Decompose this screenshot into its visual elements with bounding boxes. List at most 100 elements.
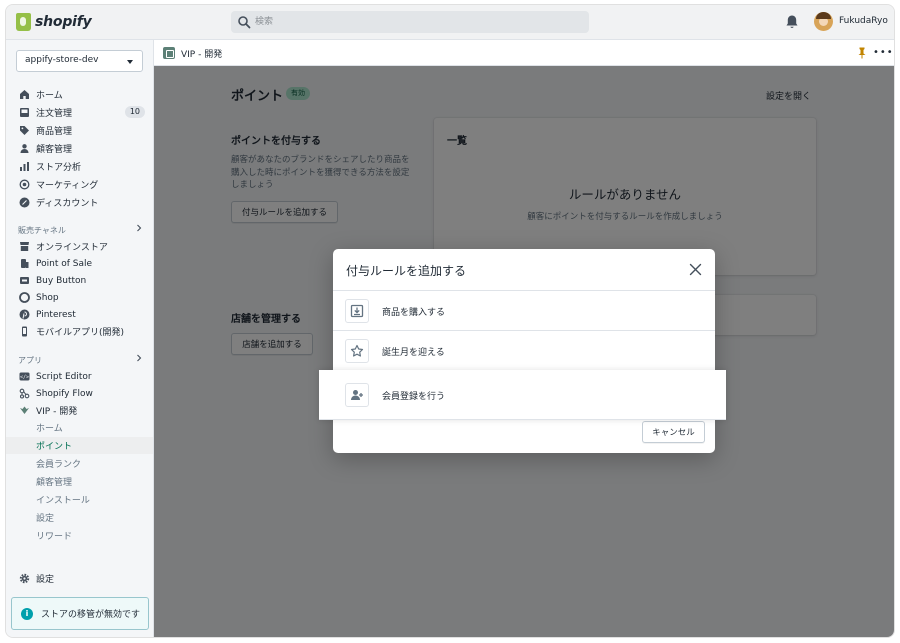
sidebar-item-label: Point of Sale	[36, 258, 93, 269]
tag-icon	[20, 126, 29, 135]
option-purchase-product[interactable]: 商品を購入する	[333, 291, 715, 331]
subitem-label: 顧客管理	[36, 478, 73, 488]
sidebar-item-vip-app[interactable]: VIP - 開発	[6, 402, 153, 419]
option-icon-box	[345, 299, 369, 323]
shopify-logo[interactable]: shopify	[16, 13, 92, 31]
sidebar-item-label: Shopify Flow	[36, 388, 93, 399]
star-icon	[350, 344, 364, 357]
info-icon	[21, 607, 33, 620]
sidebar-item-pinterest[interactable]: Pinterest	[6, 306, 153, 323]
sidebar-item-discounts[interactable]: ディスカウント	[6, 194, 153, 211]
sidebar-item-script-editor[interactable]: </> Script Editor	[6, 368, 153, 385]
search-icon	[238, 16, 251, 29]
shop-icon	[19, 292, 30, 303]
sidebar-item-label: 注文管理	[36, 109, 73, 119]
buy-button-icon	[20, 277, 29, 284]
search-input[interactable]	[255, 13, 575, 31]
app-subitem-home[interactable]: ホーム	[6, 419, 153, 436]
sidebar-item-label: Shop	[36, 292, 59, 303]
chevron-right-icon[interactable]	[135, 224, 143, 232]
option-member-registration[interactable]: 会員登録を行う	[319, 370, 726, 420]
option-label: 商品を購入する	[382, 308, 446, 318]
bell-icon[interactable]	[785, 14, 799, 30]
orders-count-badge: 10	[124, 106, 145, 118]
gear-icon	[19, 573, 30, 584]
mobile-icon	[22, 326, 27, 337]
app-subitem-points[interactable]: ポイント	[6, 437, 153, 454]
subitem-label: 会員ランク	[36, 460, 82, 470]
option-icon-box	[345, 383, 369, 407]
sidebar-item-home[interactable]: ホーム	[6, 86, 153, 103]
option-label: 会員登録を行う	[382, 392, 446, 402]
modal-header: 付与ルールを追加する	[333, 249, 715, 291]
option-label: 誕生月を迎える	[382, 348, 445, 358]
sidebar-item-mobile-app[interactable]: モバイルアプリ(開発)	[6, 323, 153, 340]
orders-icon	[20, 108, 29, 117]
sidebar-item-pos[interactable]: Point of Sale	[6, 255, 153, 272]
app-icon	[163, 47, 175, 59]
username[interactable]: FukudaRyo	[839, 16, 888, 26]
search-bar[interactable]	[231, 11, 589, 33]
option-birthday-month[interactable]: 誕生月を迎える	[333, 331, 715, 371]
sidebar-item-marketing[interactable]: マーケティング	[6, 176, 153, 193]
chevron-right-icon[interactable]	[135, 354, 143, 362]
svg-text:</>: </>	[20, 375, 29, 381]
app-window: shopify FukudaRyo appify-store-dev ホーム	[6, 5, 894, 637]
shopify-bag-icon	[16, 13, 31, 31]
script-editor-icon: </>	[19, 372, 30, 381]
sidebar-item-shopify-flow[interactable]: Shopify Flow	[6, 385, 153, 402]
sidebar-item-label: 顧客管理	[36, 145, 73, 155]
close-icon[interactable]	[689, 263, 702, 276]
store-transfer-notice[interactable]: ストアの移管が無効です	[11, 597, 149, 630]
store-name: appify-store-dev	[25, 55, 99, 65]
sidebar-item-buy-button[interactable]: Buy Button	[6, 272, 153, 289]
sidebar-item-products[interactable]: 商品管理	[6, 122, 153, 139]
discount-icon	[19, 197, 30, 208]
app-subitem-rewards[interactable]: リワード	[6, 527, 153, 544]
sidebar-item-label: Script Editor	[36, 371, 92, 382]
target-icon	[19, 179, 30, 190]
app-header-bar: VIP - 開発 •••	[154, 40, 894, 66]
pin-icon[interactable]	[857, 47, 867, 59]
apps-label: アプリ	[18, 356, 42, 365]
subitem-label: ポイント	[36, 442, 73, 452]
pos-icon	[21, 259, 29, 268]
add-grant-rule-modal: 付与ルールを追加する 商品を購入する 誕生月を迎える 会員登録を行う キャンセル	[319, 249, 726, 453]
sidebar-item-orders[interactable]: 注文管理 10	[6, 104, 153, 121]
subitem-label: インストール	[36, 496, 90, 506]
modal-title: 付与ルールを追加する	[346, 264, 467, 278]
app-subitem-settings[interactable]: 設定	[6, 509, 153, 526]
sidebar-item-label: ストア分析	[36, 163, 82, 173]
sidebar-item-label: マーケティング	[36, 181, 99, 191]
sidebar-item-label: Pinterest	[36, 309, 76, 320]
subitem-label: 設定	[36, 514, 55, 524]
cancel-button[interactable]: キャンセル	[642, 421, 705, 443]
sidebar-item-settings[interactable]: 設定	[6, 570, 153, 587]
button-label: キャンセル	[652, 428, 695, 438]
sidebar-item-online-store[interactable]: オンラインストア	[6, 238, 153, 255]
sidebar-item-label: モバイルアプリ(開発)	[36, 328, 125, 338]
avatar[interactable]	[814, 12, 833, 31]
sidebar-item-label: Buy Button	[36, 275, 87, 286]
download-box-icon	[350, 304, 364, 318]
app-subitem-customers[interactable]: 顧客管理	[6, 473, 153, 490]
sales-channels-label: 販売チャネル	[18, 226, 66, 235]
sales-channels-heading[interactable]: 販売チャネル	[18, 224, 143, 236]
logo-text: shopify	[35, 14, 92, 30]
sidebar-item-analytics[interactable]: ストア分析	[6, 158, 153, 175]
sidebar-item-shop[interactable]: Shop	[6, 289, 153, 306]
apps-heading[interactable]: アプリ	[18, 354, 143, 366]
store-icon	[20, 242, 29, 251]
app-subitem-install[interactable]: インストール	[6, 491, 153, 508]
app-subitem-member-rank[interactable]: 会員ランク	[6, 455, 153, 472]
add-person-icon	[351, 390, 363, 400]
person-icon	[20, 144, 29, 153]
sidebar-item-label: ディスカウント	[36, 199, 99, 209]
sidebar-item-customers[interactable]: 顧客管理	[6, 140, 153, 157]
sidebar-item-label: 商品管理	[36, 127, 73, 137]
more-actions-icon[interactable]: •••	[873, 48, 894, 58]
subitem-label: ホーム	[36, 424, 63, 434]
subitem-label: リワード	[36, 532, 73, 542]
top-bar: shopify FukudaRyo	[6, 5, 894, 40]
store-selector[interactable]: appify-store-dev	[16, 50, 143, 72]
